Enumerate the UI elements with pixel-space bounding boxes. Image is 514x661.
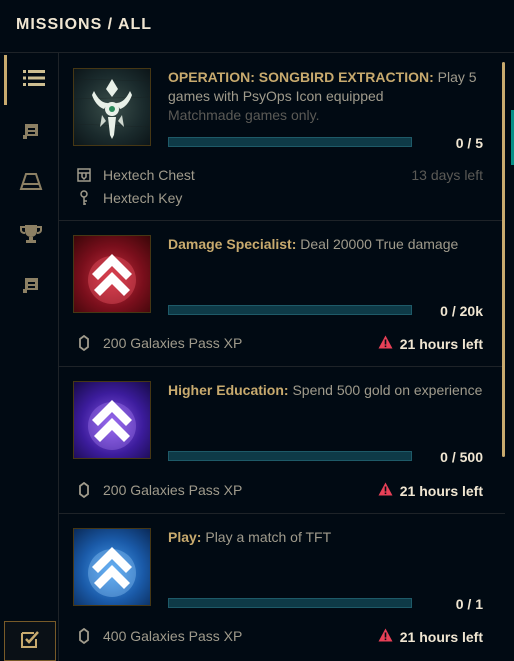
sidebar <box>0 53 59 661</box>
progress-bar <box>168 451 412 461</box>
completed-missions-button[interactable] <box>4 621 56 661</box>
mission-objective: Deal 20000 True damage <box>300 236 459 252</box>
time-left: 13 days left <box>411 167 483 183</box>
sidebar-item-scroll[interactable] <box>4 109 58 159</box>
time-left-label: 21 hours left <box>399 335 483 352</box>
reward-label: Hextech Chest <box>103 167 195 183</box>
mission-subtext: Matchmade games only. <box>168 107 320 123</box>
progress-count: 0 / 1 <box>455 596 483 612</box>
list-icon <box>23 69 45 92</box>
time-left-label: 21 hours left <box>399 628 483 645</box>
checkbox-icon <box>20 629 40 654</box>
pass-xp-icon <box>77 628 91 644</box>
mission-icon-songbird <box>73 68 151 146</box>
chest-icon <box>77 167 91 183</box>
reward-label: Hextech Key <box>103 190 183 206</box>
mission-list: OPERATION: SONGBIRD EXTRACTION: Play 5 g… <box>59 53 514 661</box>
time-left-label: 21 hours left <box>399 482 483 499</box>
reward-item: 400 Galaxies Pass XP <box>77 628 242 644</box>
mission-description: Higher Education: Spend 500 gold on expe… <box>168 381 488 400</box>
mission-card[interactable]: OPERATION: SONGBIRD EXTRACTION: Play 5 g… <box>59 53 505 221</box>
time-left: 21 hours left <box>378 335 483 352</box>
sidebar-item-all[interactable] <box>4 55 61 105</box>
mission-title: Damage Specialist: <box>168 236 297 252</box>
progress-bar <box>168 305 412 315</box>
time-left: 21 hours left <box>378 482 483 499</box>
mission-card[interactable]: Higher Education: Spend 500 gold on expe… <box>59 366 505 514</box>
mission-description: Damage Specialist: Deal 20000 True damag… <box>168 235 488 254</box>
mission-icon-damage <box>73 235 151 313</box>
progress-count: 0 / 5 <box>455 135 483 151</box>
sidebar-item-tent[interactable] <box>4 159 58 209</box>
progress-count: 0 / 20k <box>440 303 483 319</box>
pass-xp-icon <box>77 482 91 498</box>
page-title: MISSIONS / ALL <box>16 16 153 33</box>
trophy-icon <box>20 224 42 249</box>
mission-icon-education <box>73 381 151 459</box>
header-bar: MISSIONS / ALL <box>0 0 514 53</box>
sidebar-item-trophy[interactable] <box>4 211 58 261</box>
progress-bar <box>168 598 412 608</box>
reward-label: 400 Galaxies Pass XP <box>103 628 243 644</box>
warning-icon <box>378 482 393 499</box>
mission-card[interactable]: Damage Specialist: Deal 20000 True damag… <box>59 220 505 367</box>
mission-card[interactable]: Play: Play a match of TFT 0 / 1 400 Gala… <box>59 513 505 661</box>
tent-icon <box>19 172 43 197</box>
mission-description: Play: Play a match of TFT <box>168 528 488 547</box>
scrollbar-thumb[interactable] <box>502 62 505 457</box>
time-left: 21 hours left <box>378 628 483 645</box>
reward-item: Hextech Chest <box>77 167 195 183</box>
mission-objective: Spend 500 gold on experience <box>292 382 483 398</box>
warning-icon <box>378 628 393 645</box>
pass-xp-icon <box>77 335 91 351</box>
scroll-icon <box>21 123 41 146</box>
reward-label: 200 Galaxies Pass XP <box>103 335 243 351</box>
key-icon <box>77 190 91 206</box>
reward-item: 200 Galaxies Pass XP <box>77 335 242 351</box>
mission-description: OPERATION: SONGBIRD EXTRACTION: Play 5 g… <box>168 68 488 125</box>
reward-label: 200 Galaxies Pass XP <box>103 482 243 498</box>
mission-objective: Play a match of TFT <box>205 529 332 545</box>
sidebar-item-scroll-2[interactable] <box>4 263 58 313</box>
reward-item: Hextech Key <box>77 190 182 206</box>
mission-title: Play: <box>168 529 202 545</box>
scroll-icon <box>21 277 41 300</box>
mission-title: Higher Education: <box>168 382 289 398</box>
progress-bar <box>168 137 412 147</box>
warning-icon <box>378 335 393 352</box>
mission-title: OPERATION: SONGBIRD EXTRACTION: <box>168 69 434 85</box>
reward-item: 200 Galaxies Pass XP <box>77 482 242 498</box>
mission-icon-play <box>73 528 151 606</box>
progress-count: 0 / 500 <box>440 449 483 465</box>
